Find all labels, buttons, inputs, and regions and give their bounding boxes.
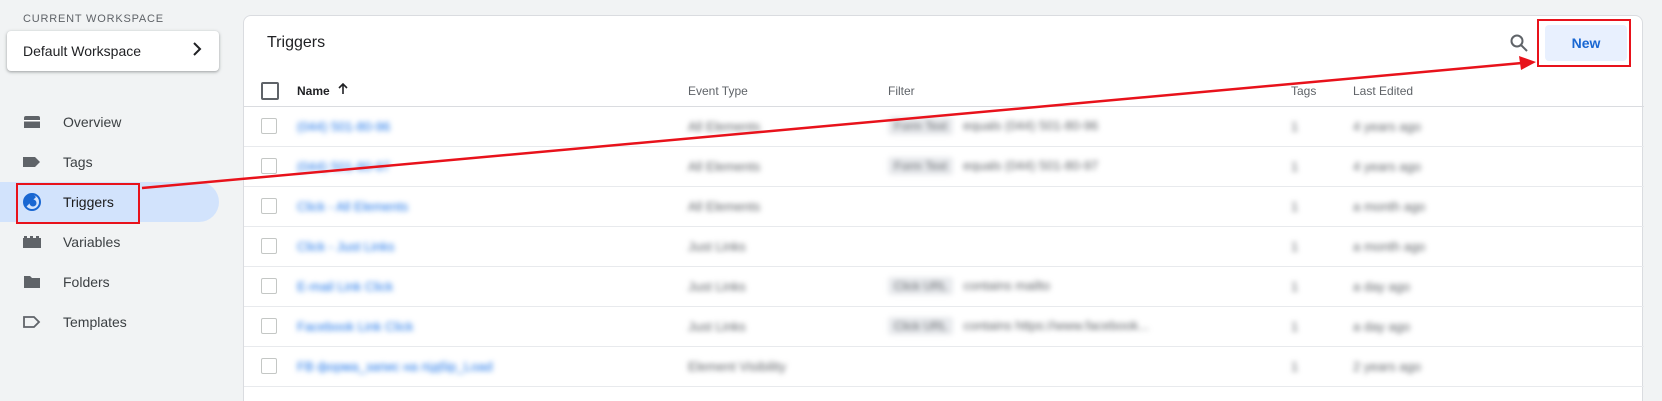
table-row[interactable]: Facebook Link Click Just Links Click URL… [244, 306, 1644, 346]
filter-cell: Form Text equals (044) 501-80-96 [888, 106, 1291, 146]
trigger-name-link[interactable]: (044) 501-80-97 [297, 159, 390, 174]
last-edited-cell: a month ago [1353, 198, 1426, 214]
filter-cell [888, 186, 1291, 226]
trigger-name-link[interactable]: Click - Just Links [297, 239, 395, 254]
row-checkbox[interactable] [261, 198, 277, 215]
trigger-name-link[interactable]: (044) 501-80-96 [297, 119, 390, 134]
column-header-event-type[interactable]: Event Type [688, 76, 888, 106]
event-type-cell: All Elements [688, 198, 761, 214]
tags-cell: 1 [1291, 118, 1299, 134]
filter-cell: Click URL contains mailto [888, 266, 1291, 306]
sidebar-item-templates[interactable]: Templates [0, 302, 219, 342]
filter-cell: Click URL contains https://www.facebook..… [888, 306, 1291, 346]
tags-cell: 1 [1291, 358, 1299, 374]
table-row[interactable]: FB форма_запис на підбір_Load Element Vi… [244, 346, 1644, 386]
event-type-cell: Just Links [688, 238, 746, 254]
filter-text: contains https://www.facebook... [963, 318, 1150, 333]
trigger-name-link[interactable]: Click - All Elements [297, 199, 408, 214]
column-header-tags[interactable]: Tags [1291, 76, 1353, 106]
row-checkbox[interactable] [261, 358, 277, 375]
overview-icon [22, 112, 42, 132]
last-edited-cell: 2 years ago [1353, 358, 1421, 374]
filter-cell: Form Text equals (044) 501-80-97 [888, 146, 1291, 186]
table-header-row: Name Event Type Filter Tags Last Edited [244, 76, 1644, 106]
event-type-cell: All Elements [688, 158, 761, 174]
event-type-cell: All Elements [688, 118, 761, 134]
tags-cell: 1 [1291, 238, 1299, 254]
search-button[interactable] [1506, 32, 1532, 58]
filter-chip: Click URL [888, 277, 954, 295]
tags-cell: 1 [1291, 318, 1299, 334]
trigger-name-link[interactable]: Facebook Link Click [297, 319, 413, 334]
workspace-label: CURRENT WORKSPACE [23, 13, 164, 25]
table-row[interactable]: Click - All Elements All Elements 1 a mo… [244, 186, 1644, 226]
sidebar-item-label: Tags [63, 154, 93, 170]
triggers-panel: Triggers New Name Event Type Filter Tags… [243, 15, 1644, 401]
workspace-selector[interactable]: Default Workspace [7, 31, 219, 71]
filter-chip: Form Text [888, 117, 954, 135]
sidebar-item-overview[interactable]: Overview [0, 102, 219, 142]
table-row[interactable]: E-mail Link Click Just Links Click URL co… [244, 266, 1644, 306]
last-edited-cell: a day ago [1353, 318, 1411, 334]
page-title: Triggers [267, 34, 326, 51]
sidebar-item-variables[interactable]: Variables [0, 222, 219, 262]
template-icon [22, 312, 42, 332]
event-type-cell: Element Visibility [688, 358, 787, 374]
filter-cell [888, 226, 1291, 266]
row-checkbox[interactable] [261, 118, 277, 135]
chevron-right-icon [189, 41, 205, 61]
row-checkbox[interactable] [261, 278, 277, 295]
table-row[interactable]: (044) 501-80-96 All Elements Form Text eq… [244, 106, 1644, 146]
sidebar-item-label: Variables [63, 234, 121, 250]
column-header-filter[interactable]: Filter [888, 76, 1291, 106]
select-all-cell [244, 76, 284, 106]
filter-cell [888, 346, 1291, 386]
annotation-highlight-triggers [16, 183, 140, 224]
variables-icon [22, 232, 42, 252]
last-edited-cell: 4 years ago [1353, 158, 1421, 174]
event-type-cell: Just Links [688, 318, 746, 334]
trigger-name-link[interactable]: FB форма_запис на підбір_Load [297, 359, 493, 374]
sidebar-item-folders[interactable]: Folders [0, 262, 219, 302]
column-header-name[interactable]: Name [284, 76, 688, 106]
row-checkbox[interactable] [261, 238, 277, 255]
filter-chip: Form Text [888, 157, 954, 175]
last-edited-cell: a day ago [1353, 278, 1411, 294]
tags-cell: 1 [1291, 198, 1299, 214]
trigger-name-link[interactable]: E-mail Link Click [297, 279, 393, 294]
search-icon [1509, 33, 1529, 58]
tag-icon [22, 152, 42, 172]
triggers-table: Name Event Type Filter Tags Last Edited … [244, 76, 1644, 387]
filter-text: contains mailto [963, 278, 1051, 293]
tags-cell: 1 [1291, 278, 1299, 294]
select-all-checkbox[interactable] [261, 81, 279, 100]
sidebar-item-tags[interactable]: Tags [0, 142, 219, 182]
sidebar-item-label: Folders [63, 274, 110, 290]
table-row[interactable]: (044) 501-80-97 All Elements Form Text eq… [244, 146, 1644, 186]
arrow-up-icon [334, 83, 349, 98]
sidebar-item-label: Overview [63, 114, 122, 130]
event-type-cell: Just Links [688, 278, 746, 294]
filter-text: equals (044) 501-80-97 [963, 158, 1099, 173]
tags-cell: 1 [1291, 158, 1299, 174]
last-edited-cell: a month ago [1353, 238, 1426, 254]
last-edited-cell: 4 years ago [1353, 118, 1421, 134]
workspace-name: Default Workspace [23, 43, 142, 59]
row-checkbox[interactable] [261, 318, 277, 335]
filter-chip: Click URL [888, 317, 954, 335]
row-checkbox[interactable] [261, 158, 277, 175]
table-row[interactable]: Click - Just Links Just Links 1 a month … [244, 226, 1644, 266]
sidebar-item-label: Templates [63, 314, 127, 330]
folder-icon [22, 272, 42, 292]
column-header-last-edited[interactable]: Last Edited [1353, 76, 1644, 106]
filter-text: equals (044) 501-80-96 [963, 118, 1099, 133]
annotation-highlight-new [1537, 19, 1631, 67]
